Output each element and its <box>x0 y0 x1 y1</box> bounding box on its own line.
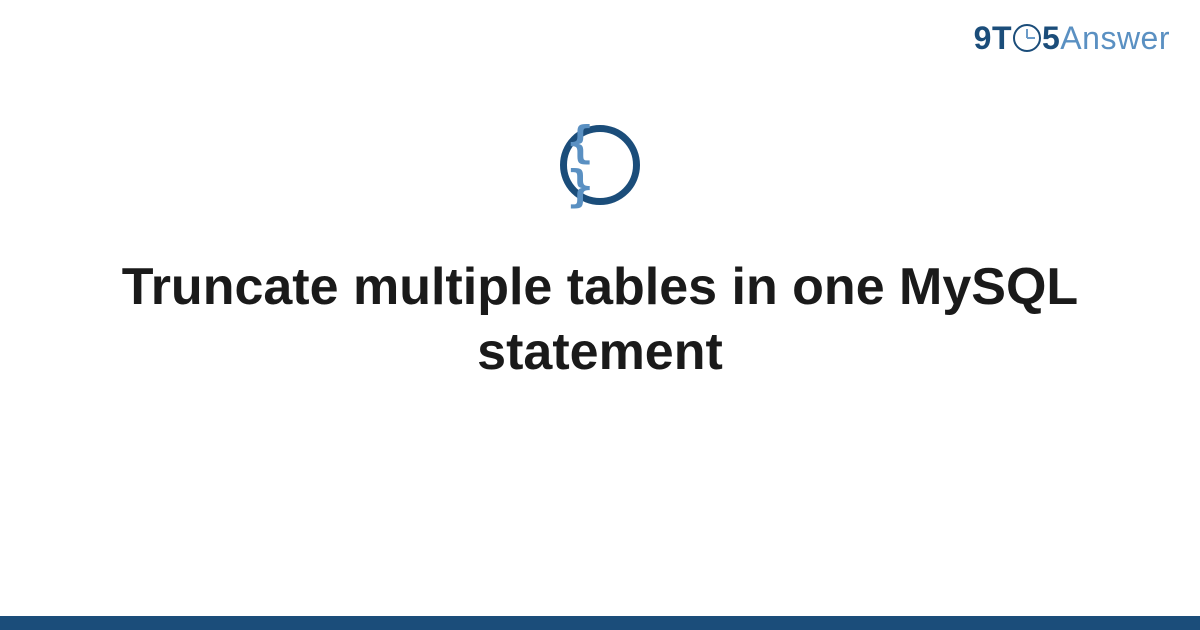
brand-suffix: 5 <box>1042 20 1060 56</box>
code-braces-icon: { } <box>560 125 640 205</box>
braces-glyph: { } <box>567 121 633 209</box>
brand-prefix: 9T <box>974 20 1012 56</box>
brand-word: Answer <box>1060 20 1170 56</box>
clock-icon <box>1013 24 1041 52</box>
page-title: Truncate multiple tables in one MySQL st… <box>120 255 1080 385</box>
brand-logo: 9T 5Answer <box>974 20 1170 57</box>
footer-accent-bar <box>0 616 1200 630</box>
main-content: { } Truncate multiple tables in one MySQ… <box>0 125 1200 385</box>
